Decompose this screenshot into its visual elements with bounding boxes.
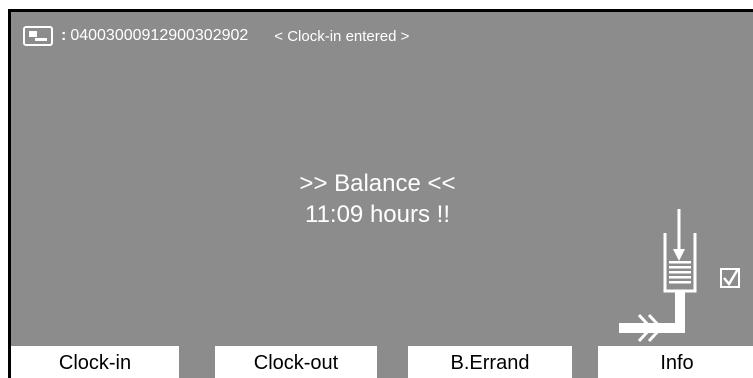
card-reader-icon	[23, 26, 53, 46]
card-stripe	[35, 38, 47, 41]
status-message: < Clock-in entered >	[274, 27, 410, 45]
card-stack-line	[669, 266, 691, 269]
card-number: 04003000912900302902	[70, 27, 249, 44]
clock-out-label: Clock-out	[253, 352, 339, 374]
checked-box-icon	[720, 268, 740, 288]
info-button[interactable]: Info	[598, 346, 753, 378]
card-chip	[29, 31, 37, 37]
status-separator: :	[61, 27, 67, 44]
business-errand-button[interactable]: B.Errand	[408, 346, 572, 378]
clock-in-button[interactable]: Clock-in	[11, 346, 179, 378]
down-arrow-head	[673, 249, 685, 261]
softkey-bar: Clock-in Clock-out B.Errand Info	[11, 346, 753, 378]
status-bar: : 04003000912900302902 < Clock-in entere…	[23, 24, 409, 48]
card-stack-line	[669, 271, 691, 274]
terminal-insert-card-icon	[619, 209, 740, 343]
clock-in-label: Clock-in	[58, 352, 132, 374]
terminal-screen: : 04003000912900302902 < Clock-in entere…	[8, 9, 753, 378]
card-stack-line	[669, 281, 691, 284]
info-label: Info	[660, 352, 694, 374]
clock-out-button[interactable]: Clock-out	[215, 346, 377, 378]
balance-heading: >> Balance <<	[299, 170, 456, 197]
card-stack-line	[669, 276, 691, 279]
card-stack-line	[669, 261, 691, 264]
business-errand-label: B.Errand	[450, 352, 530, 374]
